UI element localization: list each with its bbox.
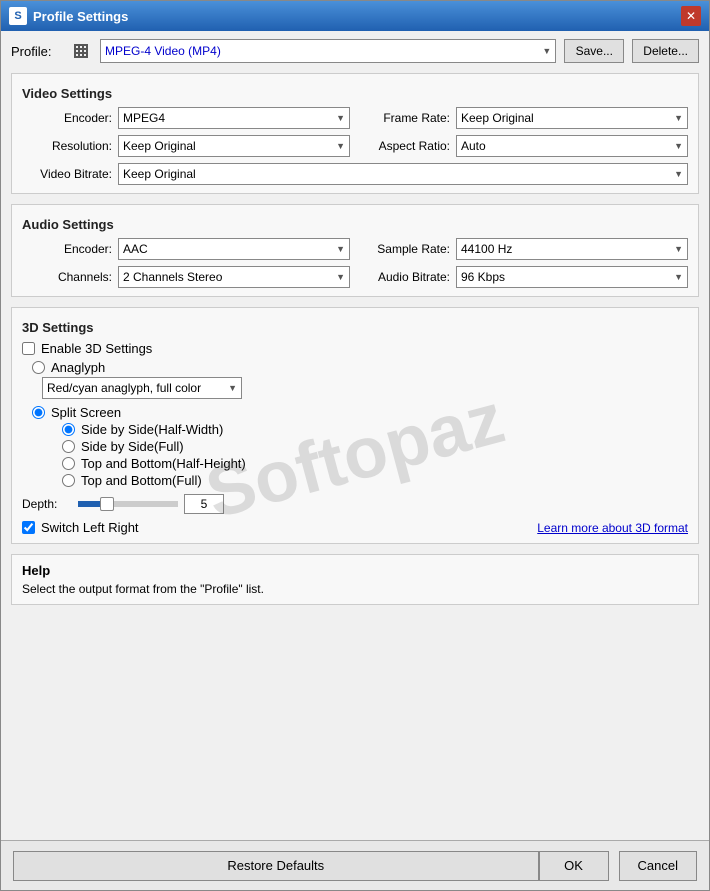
enable-3d-label: Enable 3D Settings bbox=[41, 341, 152, 356]
help-section: Help Select the output format from the "… bbox=[11, 554, 699, 605]
split-screen-label: Split Screen bbox=[51, 405, 121, 420]
sbs-full-label: Side by Side(Full) bbox=[81, 439, 184, 454]
aspect-ratio-field: Aspect Ratio: Auto bbox=[360, 135, 688, 157]
split-screen-row: Split Screen bbox=[32, 405, 688, 420]
switch-lr-checkbox[interactable] bbox=[22, 521, 35, 534]
bottom-right: OK Cancel bbox=[539, 851, 697, 881]
3d-section-title: 3D Settings bbox=[22, 320, 688, 335]
window-title: Profile Settings bbox=[33, 9, 681, 24]
audio-encoder-field: Encoder: AAC bbox=[22, 238, 350, 260]
switch-lr-row: Switch Left Right bbox=[22, 520, 139, 535]
profile-dropdown[interactable]: MPEG-4 Video (MP4) bbox=[100, 39, 556, 63]
depth-slider[interactable] bbox=[78, 501, 178, 507]
grid-icon bbox=[74, 44, 88, 58]
tab-half-row: Top and Bottom(Half-Height) bbox=[62, 456, 688, 471]
split-screen-options: Side by Side(Half-Width) Side by Side(Fu… bbox=[52, 422, 688, 488]
main-window: S Profile Settings ✕ Softopaz Profile: M… bbox=[0, 0, 710, 891]
3d-settings-section: 3D Settings Enable 3D Settings Anaglyph … bbox=[11, 307, 699, 544]
encoder-select[interactable]: MPEG4 bbox=[118, 107, 350, 129]
anaglyph-dropdown-row: Red/cyan anaglyph, full color bbox=[42, 377, 688, 399]
tab-full-row: Top and Bottom(Full) bbox=[62, 473, 688, 488]
resolution-select[interactable]: Keep Original bbox=[118, 135, 350, 157]
window-body: Softopaz Profile: MPEG-4 Video (MP4) Sav… bbox=[1, 31, 709, 890]
audio-settings-grid: Encoder: AAC Sample Rate: 44100 Hz bbox=[22, 238, 688, 288]
audio-section-title: Audio Settings bbox=[22, 217, 688, 232]
content-area: Profile: MPEG-4 Video (MP4) Save... Dele… bbox=[1, 31, 709, 840]
save-button[interactable]: Save... bbox=[564, 39, 624, 63]
tab-full-radio[interactable] bbox=[62, 474, 75, 487]
channels-select[interactable]: 2 Channels Stereo bbox=[118, 266, 350, 288]
delete-button[interactable]: Delete... bbox=[632, 39, 699, 63]
sbs-half-radio[interactable] bbox=[62, 423, 75, 436]
frame-rate-select[interactable]: Keep Original bbox=[456, 107, 688, 129]
resolution-label: Resolution: bbox=[22, 139, 112, 153]
video-section-title: Video Settings bbox=[22, 86, 688, 101]
sample-rate-select[interactable]: 44100 Hz bbox=[456, 238, 688, 260]
audio-bitrate-field: Audio Bitrate: 96 Kbps bbox=[360, 266, 688, 288]
help-text: Select the output format from the "Profi… bbox=[22, 582, 688, 596]
bottom-left: Restore Defaults bbox=[13, 851, 539, 881]
tab-half-radio[interactable] bbox=[62, 457, 75, 470]
encoder-label: Encoder: bbox=[22, 111, 112, 125]
title-bar: S Profile Settings ✕ bbox=[1, 1, 709, 31]
help-title: Help bbox=[22, 563, 688, 578]
video-bitrate-select[interactable]: Keep Original bbox=[118, 163, 688, 185]
audio-bitrate-select[interactable]: 96 Kbps bbox=[456, 266, 688, 288]
channels-field: Channels: 2 Channels Stereo bbox=[22, 266, 350, 288]
depth-row: Depth: bbox=[22, 494, 688, 514]
sample-rate-field: Sample Rate: 44100 Hz bbox=[360, 238, 688, 260]
resolution-field: Resolution: Keep Original bbox=[22, 135, 350, 157]
depth-input[interactable] bbox=[184, 494, 224, 514]
frame-rate-label: Frame Rate: bbox=[360, 111, 450, 125]
cancel-button[interactable]: Cancel bbox=[619, 851, 697, 881]
anaglyph-radio[interactable] bbox=[32, 361, 45, 374]
bottom-bar: Restore Defaults OK Cancel bbox=[1, 840, 709, 890]
video-bitrate-label: Video Bitrate: bbox=[22, 167, 112, 181]
sample-rate-label: Sample Rate: bbox=[360, 242, 450, 256]
enable-3d-checkbox[interactable] bbox=[22, 342, 35, 355]
anaglyph-type-select[interactable]: Red/cyan anaglyph, full color bbox=[42, 377, 242, 399]
sbs-full-radio[interactable] bbox=[62, 440, 75, 453]
restore-defaults-button[interactable]: Restore Defaults bbox=[13, 851, 539, 881]
channels-label: Channels: bbox=[22, 270, 112, 284]
profile-row: Profile: MPEG-4 Video (MP4) Save... Dele… bbox=[11, 39, 699, 63]
frame-rate-field: Frame Rate: Keep Original bbox=[360, 107, 688, 129]
audio-bitrate-label: Audio Bitrate: bbox=[360, 270, 450, 284]
profile-label: Profile: bbox=[11, 44, 66, 59]
audio-settings-section: Audio Settings Encoder: AAC Sample Rate:… bbox=[11, 204, 699, 297]
enable-3d-row: Enable 3D Settings bbox=[22, 341, 688, 356]
switch-learn-row: Switch Left Right Learn more about 3D fo… bbox=[22, 520, 688, 535]
audio-encoder-label: Encoder: bbox=[22, 242, 112, 256]
sbs-full-row: Side by Side(Full) bbox=[62, 439, 688, 454]
audio-encoder-select[interactable]: AAC bbox=[118, 238, 350, 260]
switch-lr-label: Switch Left Right bbox=[41, 520, 139, 535]
anaglyph-row: Anaglyph bbox=[32, 360, 688, 375]
tab-full-label: Top and Bottom(Full) bbox=[81, 473, 202, 488]
app-icon: S bbox=[9, 7, 27, 25]
close-button[interactable]: ✕ bbox=[681, 6, 701, 26]
aspect-ratio-select[interactable]: Auto bbox=[456, 135, 688, 157]
video-settings-section: Video Settings Encoder: MPEG4 Frame Rate… bbox=[11, 73, 699, 194]
video-settings-grid: Encoder: MPEG4 Frame Rate: Keep Original bbox=[22, 107, 688, 157]
ok-button[interactable]: OK bbox=[539, 851, 609, 881]
encoder-field: Encoder: MPEG4 bbox=[22, 107, 350, 129]
split-screen-radio[interactable] bbox=[32, 406, 45, 419]
learn-more-link[interactable]: Learn more about 3D format bbox=[537, 521, 688, 535]
sbs-half-label: Side by Side(Half-Width) bbox=[81, 422, 223, 437]
sbs-half-row: Side by Side(Half-Width) bbox=[62, 422, 688, 437]
video-bitrate-field: Video Bitrate: Keep Original bbox=[22, 163, 688, 185]
tab-half-label: Top and Bottom(Half-Height) bbox=[81, 456, 246, 471]
aspect-ratio-label: Aspect Ratio: bbox=[360, 139, 450, 153]
anaglyph-label: Anaglyph bbox=[51, 360, 105, 375]
depth-label: Depth: bbox=[22, 497, 72, 511]
